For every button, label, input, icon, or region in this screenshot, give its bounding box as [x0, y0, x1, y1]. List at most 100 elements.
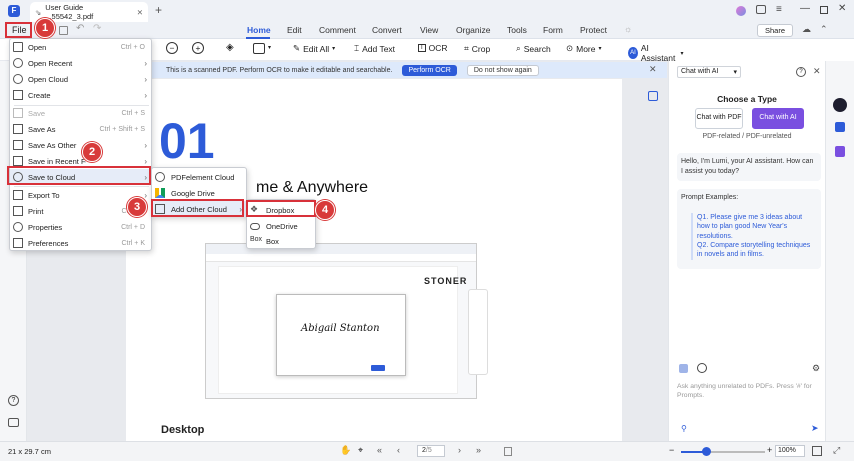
tab-comment[interactable]: Comment	[319, 25, 356, 35]
menu-item-open[interactable]: Open Ctrl + O	[10, 39, 153, 55]
menu-item-open-cloud[interactable]: Open Cloud ›	[10, 71, 153, 87]
zoom-in-icon[interactable]: +	[192, 42, 204, 54]
upload-cloud-icon[interactable]: ☁	[802, 24, 811, 35]
zoom-level-dropdown[interactable]: 100%	[775, 445, 805, 457]
chat-input[interactable]: Ask anything unrelated to PDFs. Press '#…	[677, 382, 819, 400]
edit-all-button[interactable]: ✎ Edit All ▾	[293, 43, 335, 54]
fullscreen-icon[interactable]: ⤢	[833, 445, 840, 456]
send-icon[interactable]: ➤	[811, 423, 819, 434]
more-button[interactable]: ⊙ More ▾	[566, 43, 602, 54]
prompt-example-1[interactable]: Q1. Please give me 3 ideas about how to …	[691, 213, 815, 242]
shape-dropdown-icon[interactable]: ▾	[268, 44, 271, 51]
tab-edit[interactable]: Edit	[287, 25, 302, 35]
bookmark-icon[interactable]	[835, 146, 845, 157]
tab-tools[interactable]: Tools	[507, 25, 527, 35]
minimize-icon[interactable]: —	[800, 3, 810, 14]
redo-icon[interactable]: ↷	[93, 23, 101, 34]
add-text-button[interactable]: ⌶ Add Text	[354, 43, 395, 54]
menu-item-onedrive[interactable]: OneDrive	[247, 218, 317, 234]
menu-item-open-recent[interactable]: Open Recent ›	[10, 55, 153, 71]
step-badge-4: 4	[315, 200, 335, 220]
image-upload-icon[interactable]	[679, 364, 688, 373]
share-button[interactable]: Share	[757, 24, 793, 37]
chat-with-pdf-option[interactable]: Chat with PDF	[695, 108, 743, 129]
help-circle-icon[interactable]: ?	[796, 67, 806, 77]
zoom-slider-thumb[interactable]	[702, 447, 712, 456]
chevron-down-icon: ▾	[332, 46, 336, 52]
menu-item-create[interactable]: Create ›	[10, 87, 153, 103]
tab-home[interactable]: Home	[247, 25, 271, 35]
settings-icon[interactable]: ⚙	[812, 363, 820, 374]
highlight-add-other-cloud	[151, 199, 244, 217]
tab-view[interactable]: View	[420, 25, 438, 35]
zoom-out-small-icon[interactable]: −	[669, 445, 674, 455]
zoom-in-small-icon[interactable]: +	[767, 445, 772, 455]
hand-tool-icon[interactable]: ✋	[340, 445, 351, 456]
tab-convert[interactable]: Convert	[372, 25, 402, 35]
close-window-icon[interactable]: ✕	[838, 3, 846, 14]
highlight-dropbox	[246, 200, 316, 217]
perform-ocr-button[interactable]: Perform OCR	[402, 64, 457, 76]
translate-icon[interactable]	[835, 122, 845, 132]
chat-with-ai-option[interactable]: Chat with AI	[752, 108, 804, 129]
mini-ok-button	[371, 365, 385, 371]
mini-signature-dialog: Abigail Stanton	[276, 294, 406, 376]
ai-chat-icon[interactable]	[833, 98, 847, 112]
notification-icon[interactable]	[756, 5, 766, 14]
signature-image: Abigail Stanton	[301, 323, 380, 334]
search-button[interactable]: ⌕ Search	[516, 43, 551, 54]
tab-form[interactable]: Form	[543, 25, 563, 35]
menu-item-save[interactable]: Save Ctrl + S	[10, 105, 153, 121]
page-number-input[interactable]: 2/5	[417, 445, 445, 457]
comment-icon[interactable]	[8, 418, 19, 427]
prompt-example-2[interactable]: Q2. Compare storytelling techniques in n…	[691, 241, 815, 260]
zoom-slider[interactable]	[681, 447, 765, 456]
first-page-icon[interactable]: «	[377, 445, 382, 455]
stoner-text: STONER	[424, 276, 468, 286]
ai-assistant-button[interactable]: AI AI Assistant ▾	[628, 43, 684, 63]
tab-organize[interactable]: Organize	[456, 25, 491, 35]
next-page-icon[interactable]: ›	[458, 445, 461, 455]
hamburger-menu-icon[interactable]: ≡	[776, 4, 782, 15]
shape-icon[interactable]	[253, 43, 265, 54]
menu-item-save-as[interactable]: Save As Ctrl + Shift + S	[10, 121, 153, 137]
prev-page-icon[interactable]: ‹	[397, 445, 400, 455]
select-tool-icon[interactable]: ⌖	[358, 445, 363, 456]
page-view-icon[interactable]	[504, 447, 512, 456]
avatar[interactable]	[736, 6, 746, 16]
fit-width-icon[interactable]	[812, 446, 822, 456]
search-icon: ⌕	[516, 43, 521, 53]
status-bar: 21 x 29.7 cm ✋ ⌖ « ‹ 2/5 › » − + 100% ⤢	[0, 441, 854, 461]
edit-all-label: Edit All	[303, 43, 330, 54]
fit-page-icon[interactable]	[648, 91, 658, 101]
ocr-button[interactable]: T OCR	[418, 43, 448, 53]
menu-bar: File ↶ ↷ Home Edit Comment Convert View …	[0, 22, 854, 39]
save-icon[interactable]	[59, 26, 68, 35]
close-notice-icon[interactable]: ✕	[649, 64, 657, 75]
chat-type-dropdown[interactable]: Chat with AI ▾	[677, 66, 741, 78]
last-page-icon[interactable]: »	[476, 445, 481, 455]
new-tab-button[interactable]: +	[155, 3, 162, 17]
tab-protect[interactable]: Protect	[580, 25, 607, 35]
menu-item-box[interactable]: Box Box	[247, 233, 317, 249]
zoom-out-icon[interactable]: −	[166, 42, 178, 54]
undo-icon[interactable]: ↶	[76, 23, 84, 34]
export-icon	[13, 190, 23, 200]
crop-button[interactable]: ⌗ Crop	[464, 43, 490, 54]
location-pin-icon[interactable]: ⚲	[681, 424, 687, 433]
big-number: 01	[159, 113, 215, 169]
ai-icon: AI	[628, 47, 638, 59]
menu-item-preferences[interactable]: Preferences Ctrl + K	[10, 235, 153, 251]
lightbulb-icon[interactable]: ☼	[624, 24, 632, 34]
dont-show-again-button[interactable]: Do not show again	[466, 64, 539, 76]
collapse-icon[interactable]: ⌃	[820, 24, 828, 35]
help-icon[interactable]: ?	[8, 395, 19, 406]
menu-item-properties[interactable]: Properties Ctrl + D	[10, 219, 153, 235]
menu-item-pdfelement-cloud[interactable]: PDFelement Cloud	[152, 169, 248, 185]
maximize-icon[interactable]	[820, 6, 828, 14]
highlight-icon[interactable]: ◈	[226, 42, 234, 53]
ocr-notice-text: This is a scanned PDF. Perform OCR to ma…	[166, 66, 393, 74]
history-icon[interactable]	[697, 363, 707, 373]
close-panel-icon[interactable]: ✕	[813, 66, 821, 77]
close-tab-icon[interactable]: ✕	[137, 8, 143, 17]
